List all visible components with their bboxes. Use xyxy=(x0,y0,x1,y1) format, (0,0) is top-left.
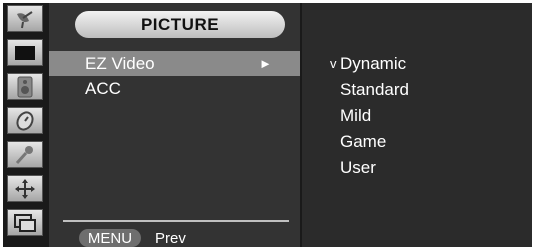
option-dynamic[interactable]: Dynamic xyxy=(340,51,406,77)
option-mild[interactable]: Mild xyxy=(340,103,371,129)
ez-video-options-panel: v Dynamic Standard Mild Game User xyxy=(302,3,532,247)
option-game[interactable]: Game xyxy=(340,129,386,155)
key-icon xyxy=(15,145,33,164)
picture-menu-panel: PICTURE EZ Video ► ACC MENU Prev xyxy=(49,3,302,247)
menu-item-ez-video[interactable]: EZ Video ► xyxy=(49,51,300,76)
sidebar-item-pip[interactable] xyxy=(7,209,43,236)
menu-item-label: EZ Video xyxy=(85,53,155,73)
menu-item-acc[interactable]: ACC xyxy=(49,76,300,101)
sidebar-item-screen[interactable] xyxy=(7,175,43,202)
sidebar-item-special[interactable] xyxy=(7,141,43,168)
option-user[interactable]: User xyxy=(340,155,376,181)
sidebar-item-picture[interactable] xyxy=(7,39,43,66)
menu-title: PICTURE xyxy=(75,11,285,38)
pip-icon xyxy=(14,213,36,232)
selected-check-icon: v xyxy=(330,55,337,71)
sidebar-item-station[interactable] xyxy=(7,5,43,32)
clock-icon xyxy=(16,110,34,131)
sidebar-item-time[interactable] xyxy=(7,107,43,134)
option-standard[interactable]: Standard xyxy=(340,77,409,103)
sidebar-item-sound[interactable] xyxy=(7,73,43,100)
footer-divider xyxy=(63,220,289,222)
menu-item-label: ACC xyxy=(85,78,121,98)
icon-sidebar xyxy=(3,3,49,247)
prev-label: Prev xyxy=(155,229,186,247)
satellite-dish-icon xyxy=(17,10,33,28)
picture-icon xyxy=(15,45,35,60)
tv-osd-menu: PICTURE EZ Video ► ACC MENU Prev v Dynam… xyxy=(3,3,532,247)
speaker-icon xyxy=(17,76,33,97)
move-icon xyxy=(15,178,35,199)
submenu-arrow-icon: ► xyxy=(259,56,272,71)
menu-button[interactable]: MENU xyxy=(79,229,141,247)
